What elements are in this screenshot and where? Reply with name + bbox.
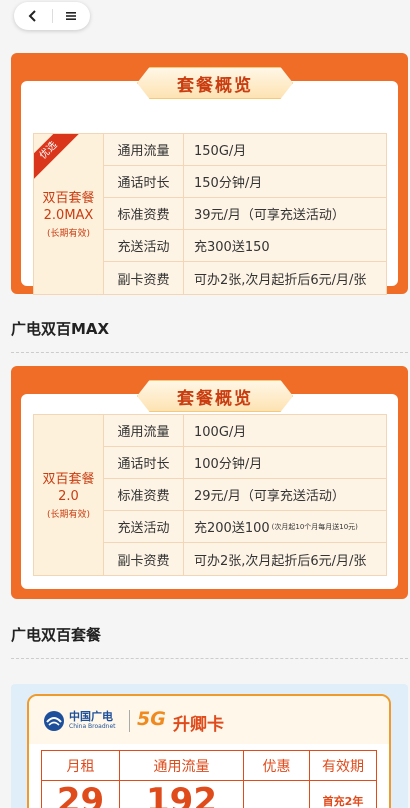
promo-note: (次月起10个月每月送10元) [271,522,358,531]
plan-name-cell: 双百套餐 2.0 (长期有效) [34,415,104,575]
plan-overview-banner: 套餐概览 [137,67,293,99]
back-button[interactable] [14,2,52,30]
row-value: 39元/月（可享充送活动） [194,208,345,223]
promo-header-cell: 通用流量 [120,751,243,781]
promo-col: 优惠 [244,751,310,808]
row-key: 副卡资费 [104,543,184,575]
table-row: 副卡资费 可办2张,次月起折后6元/月/张 [104,262,386,294]
row-key: 副卡资费 [104,262,184,294]
promo-table: 月租 29 通用流量 192 优惠 有效期 首充2年 [41,750,377,808]
promo-header-cell: 有效期 [310,751,376,781]
table-row: 通用流量 100G/月 [104,415,386,447]
row-key: 标准资费 [104,479,184,510]
row-value: 29元/月（可享充送活动） [194,489,345,504]
plan-table: 双百套餐 2.0 (长期有效) 通用流量 100G/月 通话时长 100分钟/月 标… [33,414,387,576]
promo-poster[interactable]: 中国广电 China Broadnet 5G 升卿卡 月租 29 通用流量 19… [11,684,408,808]
plan-card-inner: 双百套餐 2.0 (长期有效) 通用流量 100G/月 通话时长 100分钟/月 标… [21,394,398,589]
table-row: 副卡资费 可办2张,次月起折后6元/月/张 [104,543,386,575]
promo-col: 通用流量 192 [120,751,244,808]
row-key: 充送活动 [104,230,184,261]
plan-card-max: 套餐概览 优选 双百套餐 2.0MAX (长期有效) 通用流量 150G/月 通话… [11,53,408,295]
card-name: 升卿卡 [173,715,224,735]
menu-icon [66,12,77,20]
china-broadnet-logo-icon [44,711,64,731]
table-row: 充送活动 充300送150 [104,230,386,262]
promo-value-cell: 首充2年 [322,795,364,808]
table-row: 通用流量 150G/月 [104,134,386,166]
plan-name-line1: 双百套餐 [42,471,95,487]
chevron-left-icon [28,10,36,22]
row-value: 150G/月 [194,144,247,159]
menu-button[interactable] [53,2,91,30]
row-key: 标准资费 [104,198,184,229]
promo-header-cell: 月租 [42,751,119,781]
promo-col: 有效期 首充2年 [310,751,376,808]
row-key: 充送活动 [104,511,184,542]
plan-card-inner: 优选 双百套餐 2.0MAX (长期有效) 通用流量 150G/月 通话时长 150… [21,81,398,295]
brand-name: 中国广电 [69,710,113,723]
section-title-max: 广电双百MAX [11,320,110,338]
row-key: 通用流量 [104,134,184,165]
row-value: 150分钟/月 [194,176,263,191]
plan-note: (长期有效) [46,228,91,239]
plan-table: 优选 双百套餐 2.0MAX (长期有效) 通用流量 150G/月 通话时长 150… [33,133,387,295]
row-value: 100G/月 [194,425,247,440]
promo-col: 月租 29 [42,751,120,808]
preferred-ribbon: 优选 [34,134,81,183]
table-row: 通话时长 100分钟/月 [104,447,386,479]
plan-name-line1: 双百套餐 [42,190,95,206]
row-value: 可办2张,次月起折后6元/月/张 [194,272,367,288]
section-title-standard: 广电双百套餐 [11,626,102,644]
plan-note: (长期有效) [46,509,91,520]
promo-header-cell: 优惠 [244,751,309,781]
nav-capsule [14,2,90,30]
plan-name-cell: 优选 双百套餐 2.0MAX (长期有效) [34,134,104,294]
row-key: 通用流量 [104,415,184,446]
5g-label: 5G [137,708,166,730]
section-divider [11,658,408,659]
table-row: 充送活动 充200送100 (次月起10个月每月送10元) [104,511,386,543]
promo-card: 中国广电 China Broadnet 5G 升卿卡 月租 29 通用流量 19… [27,694,391,808]
row-value: 充200送100 (次月起10个月每月送10元) [184,511,386,542]
plan-name-line2: 2.0 [58,488,79,504]
promo-value-cell [244,781,309,808]
promo-value: 充200送100 [194,521,270,536]
table-row: 标准资费 39元/月（可享充送活动） [104,198,386,230]
brand-name-en: China Broadnet [69,723,116,730]
plan-overview-banner: 套餐概览 [137,380,293,412]
plan-name-line2: 2.0MAX [43,207,94,223]
row-key: 通话时长 [104,166,184,197]
promo-value-cell: 29 [56,781,105,808]
row-value: 100分钟/月 [194,457,263,472]
promo-header: 中国广电 China Broadnet 5G 升卿卡 [29,696,389,744]
row-value: 可办2张,次月起折后6元/月/张 [194,553,367,569]
row-key: 通话时长 [104,447,184,478]
table-row: 标准资费 29元/月（可享充送活动） [104,479,386,511]
plan-card-standard: 套餐概览 双百套餐 2.0 (长期有效) 通用流量 100G/月 通话时长 100分… [11,366,408,599]
promo-value-cell: 192 [146,781,217,808]
section-divider [11,352,408,353]
brand-divider [129,710,130,732]
table-row: 通话时长 150分钟/月 [104,166,386,198]
row-value: 充300送150 [194,240,270,255]
